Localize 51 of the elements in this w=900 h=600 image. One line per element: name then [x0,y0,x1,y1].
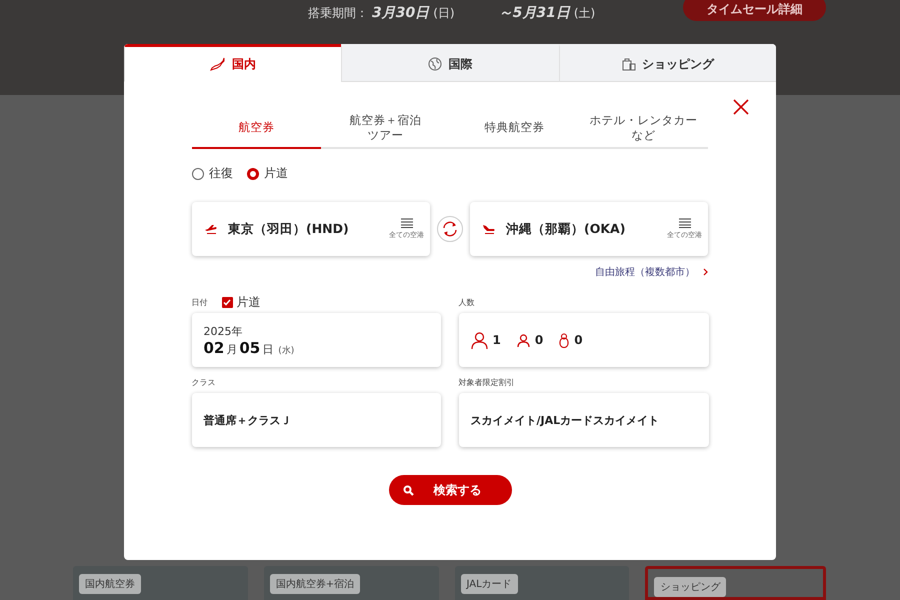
adult-person-icon [470,332,488,348]
chevron-right-icon [703,268,708,276]
search-icon [402,484,414,496]
list-icon [678,218,690,228]
discount-field[interactable]: スカイメイト/JALカードスカイメイト [458,393,708,447]
trip-type-radio[interactable]: 片道 [247,165,288,182]
passenger-count: 0 [574,333,583,347]
close-icon[interactable] [732,98,750,116]
promo-card[interactable]: JALカード [454,566,630,600]
class-label: クラス [192,377,216,388]
takeoff-plane-icon [204,223,218,235]
weekday-text: (日) [433,5,455,22]
boarding-period-label: 搭乗期間： [308,5,368,22]
card-label: 国内航空券+宿泊 [270,574,360,594]
product-tab[interactable]: 特典航空券 [450,108,579,149]
boarding-end-date: ～5月31日 [498,4,570,22]
infant-icon [559,332,570,348]
weekday-text: (土) [574,5,596,22]
promo-card[interactable]: 国内航空券+宿泊 [264,566,438,600]
passenger-count: 1 [492,333,501,347]
card-label: JALカード [460,574,518,594]
date-field[interactable]: 2025年 02 月 05 日 (水) [192,313,440,367]
passenger-count: 0 [534,333,544,347]
class-field[interactable]: 普通席＋クラスＪ [192,393,440,447]
swap-button[interactable] [437,216,463,242]
multi-city-link[interactable]: 自由旅程（複数都市） [595,265,708,279]
promo-card[interactable]: 国内航空券 [73,566,248,600]
promo-card[interactable]: ショッピング [645,566,826,600]
category-tab[interactable]: ショッピング [558,44,776,82]
category-tab[interactable]: 国際 [341,44,559,82]
search-button[interactable]: 検索する [388,475,512,505]
category-tab[interactable]: 国内 [124,44,342,82]
card-label: ショッピング [654,577,726,597]
boarding-start-date: 3月30日 [372,4,430,22]
product-tab[interactable]: 航空券＋宿泊 ツアー [321,108,450,149]
child-person-icon [516,334,530,346]
product-tab[interactable]: 航空券 [192,108,321,149]
landing-plane-icon [482,223,496,235]
passengers-label: 人数 [458,297,474,308]
card-label: 国内航空券 [79,574,141,594]
one-way-checkbox[interactable]: 片道 [222,294,260,311]
discount-label: 対象者限定割引 [458,377,514,388]
passengers-field[interactable]: 1 0 0 [458,313,708,367]
shopping-bag-icon [622,57,636,71]
date-label: 日付 [192,297,208,308]
sale-detail-button[interactable]: タイムセール詳細 [683,0,826,21]
globe-icon [428,57,442,71]
list-icon [400,218,412,228]
swap-arrows-icon [441,220,459,238]
product-tab[interactable]: ホテル・レンタカー など [579,108,708,149]
trip-type-radio[interactable]: 往復 [192,165,233,182]
